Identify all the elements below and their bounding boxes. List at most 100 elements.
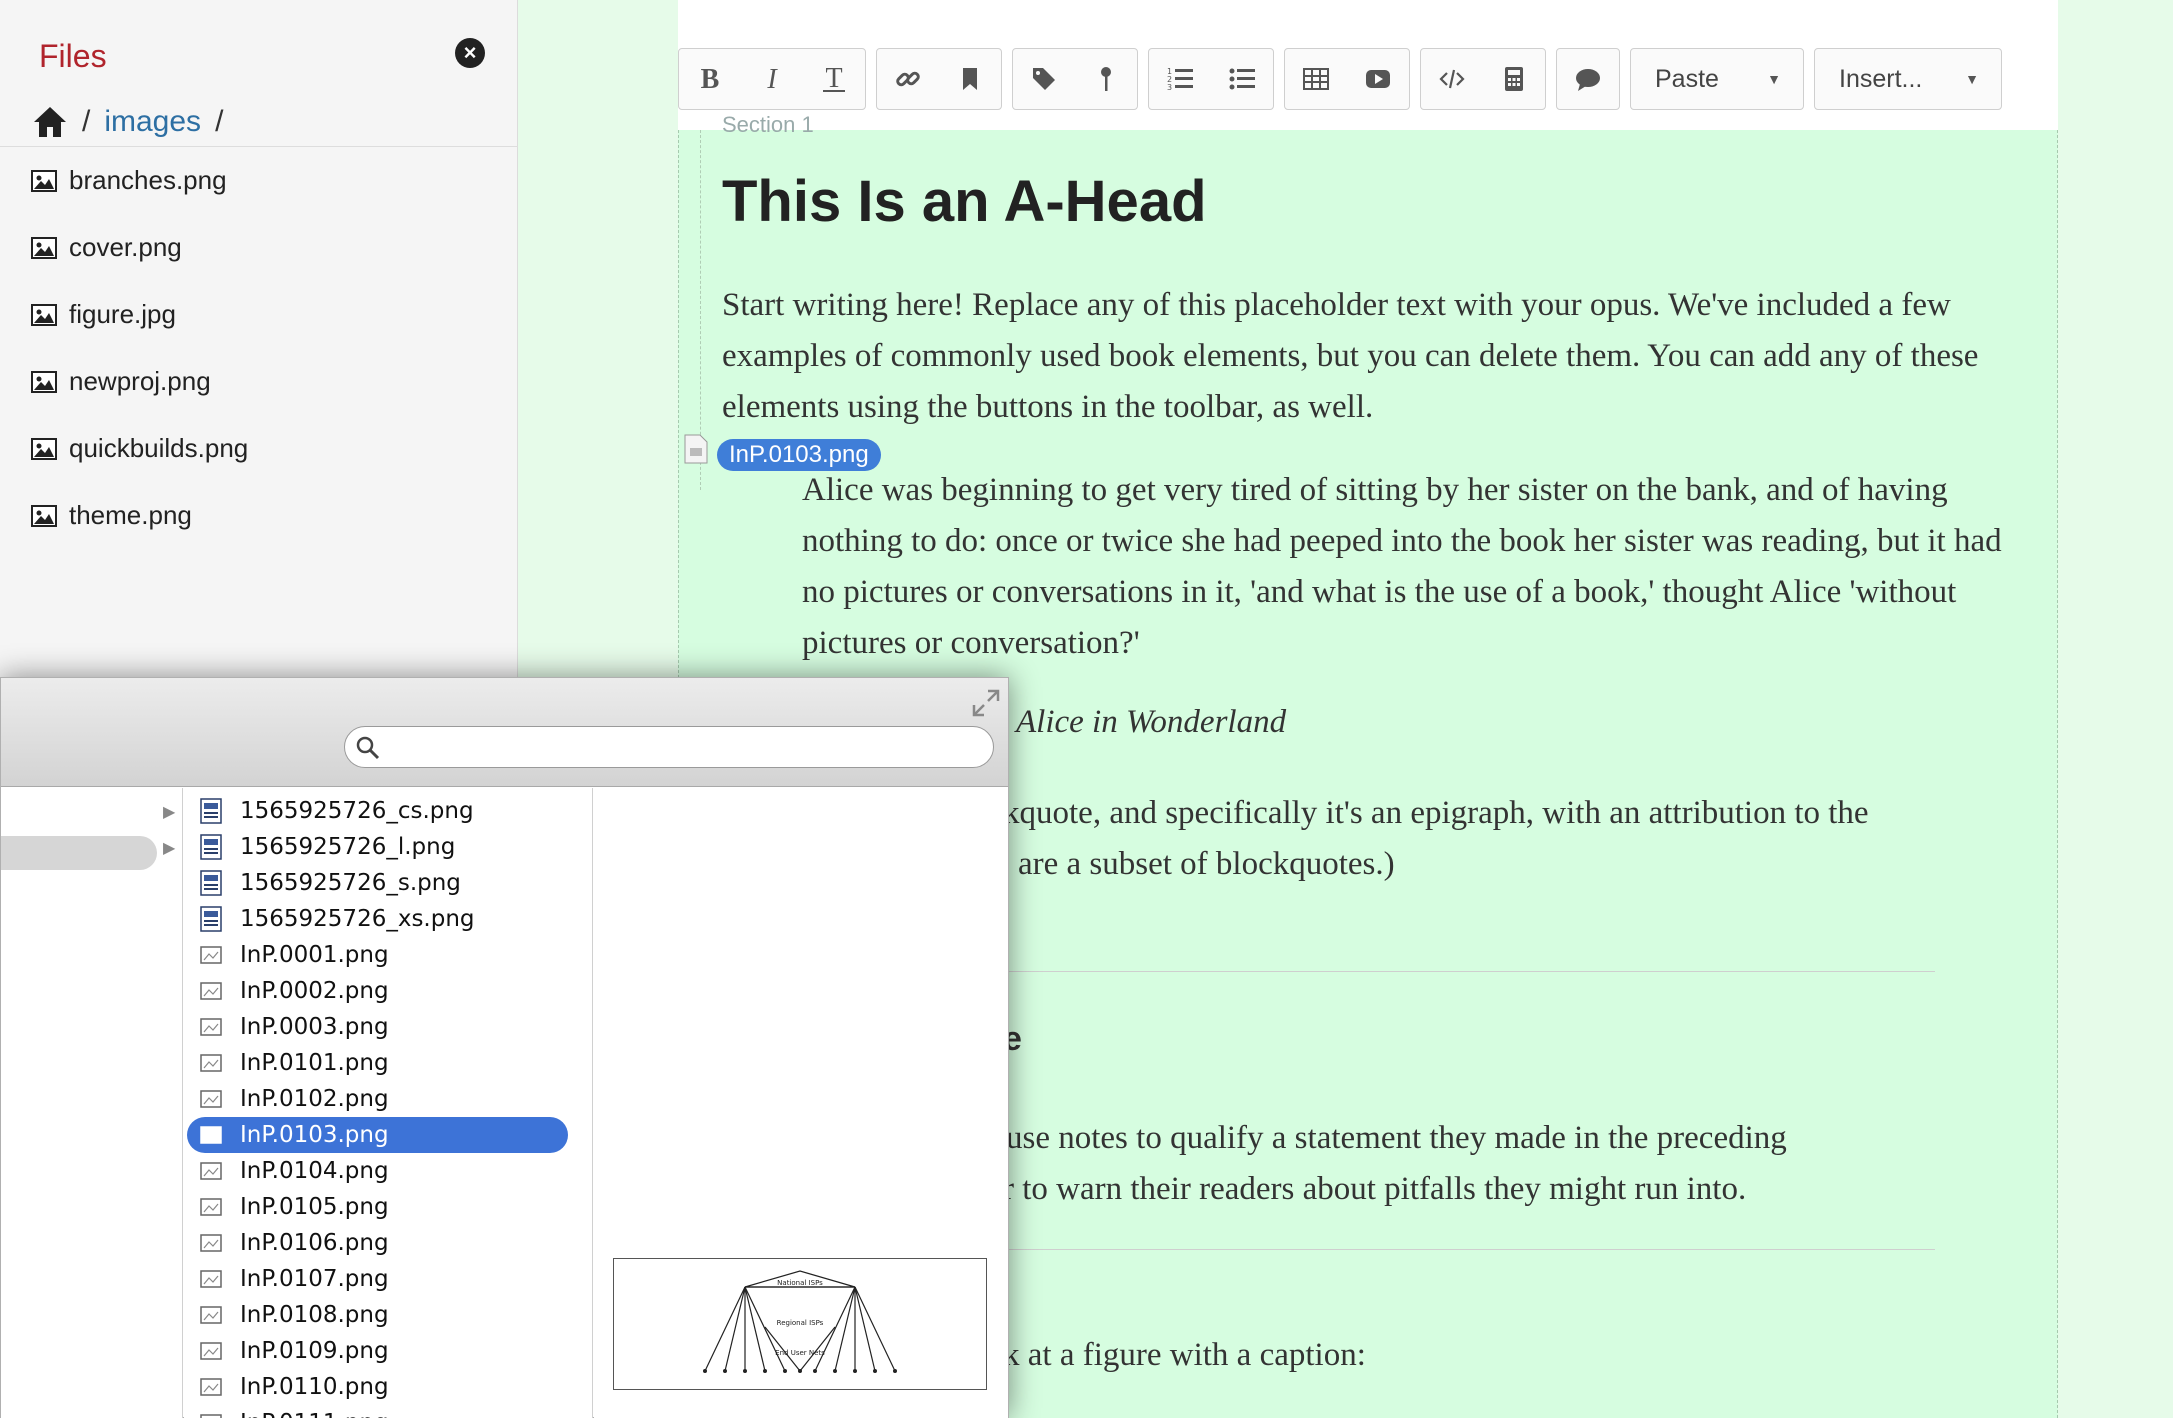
paragraph-epigraph-note[interactable]: kquote, and specifically it's an epigrap… — [1003, 788, 2053, 890]
home-icon[interactable] — [32, 105, 68, 139]
paragraph-figure-intro[interactable]: k at a figure with a caption: — [1003, 1330, 2053, 1381]
link-button[interactable] — [877, 49, 939, 109]
insert-dropdown[interactable]: Insert... ▼ — [1814, 48, 2002, 110]
image-file-icon — [200, 1162, 222, 1180]
ordered-list-button[interactable]: 123 — [1149, 49, 1211, 109]
image-file-icon — [31, 370, 57, 393]
file-list-item[interactable]: figure.jpg — [0, 281, 518, 348]
file-list-item[interactable]: branches.png — [0, 147, 518, 214]
paragraph-line: use notes to qualify a statement they ma… — [1006, 1120, 1787, 1156]
disclosure-arrow-icon[interactable]: ▶ — [163, 838, 175, 858]
dialog-file-item[interactable]: InP.0106.png — [184, 1225, 592, 1261]
link-icon — [896, 71, 920, 87]
toolbar-group-comment — [1556, 48, 1620, 110]
sidebar-selected-row[interactable] — [1, 836, 157, 870]
dialog-file-item[interactable]: InP.0109.png — [184, 1333, 592, 1369]
dialog-file-item[interactable]: InP.0111.png — [184, 1405, 592, 1418]
dialog-file-item[interactable]: 1565925726_l.png — [184, 829, 592, 865]
dialog-file-item[interactable]: 1565925726_cs.png — [184, 793, 592, 829]
italic-button[interactable]: I — [741, 49, 803, 109]
close-icon[interactable]: × — [455, 38, 485, 68]
intro-paragraph[interactable]: Start writing here! Replace any of this … — [722, 280, 2012, 433]
dialog-file-item[interactable]: 1565925726_s.png — [184, 865, 592, 901]
dialog-sidebar-column: ▶ ▶ — [1, 788, 183, 1418]
paste-dropdown[interactable]: Paste ▼ — [1630, 48, 1804, 110]
comment-icon — [1576, 69, 1600, 91]
calculator-icon — [1505, 67, 1523, 91]
file-list-item[interactable]: theme.png — [0, 482, 518, 549]
dialog-file-item[interactable]: InP.0108.png — [184, 1297, 592, 1333]
preview-label-enduser: End User Nets — [775, 1349, 825, 1357]
dialog-file-item-selected[interactable]: InP.0103.png — [187, 1117, 568, 1153]
file-list-item[interactable]: cover.png — [0, 214, 518, 281]
dialog-file-item[interactable]: 1565925726_xs.png — [184, 901, 592, 937]
epigraph-attribution[interactable]: Alice in Wonderland — [1016, 704, 1286, 741]
file-list-item[interactable]: quickbuilds.png — [0, 415, 518, 482]
network-diagram-thumbnail: National ISPs Regional ISPs End User Net… — [703, 1270, 897, 1373]
dialog-file-name: InP.0105.png — [240, 1194, 389, 1220]
breadcrumb: / images / — [32, 102, 237, 142]
document-file-icon — [200, 834, 222, 860]
image-file-icon — [31, 437, 57, 460]
dialog-preview-column: National ISPs Regional ISPs End User Net… — [594, 788, 1008, 1418]
file-list-item[interactable]: newproj.png — [0, 348, 518, 415]
index-marker-button[interactable] — [1075, 49, 1137, 109]
epigraph-blockquote[interactable]: Alice was beginning to get very tired of… — [802, 465, 2002, 669]
dialog-file-name: InP.0103.png — [240, 1122, 389, 1148]
a-head[interactable]: This Is an A-Head — [722, 168, 1207, 235]
paragraph-notes[interactable]: use notes to qualify a statement they ma… — [1003, 1113, 2053, 1215]
image-file-icon — [200, 1234, 222, 1252]
bold-icon: B — [701, 65, 720, 93]
divider — [1000, 1249, 1935, 1250]
app-root: { "files_panel": { "title": "Files", "br… — [0, 0, 2173, 1418]
section-label: Section 1 — [722, 112, 814, 137]
dialog-file-item[interactable]: InP.0104.png — [184, 1153, 592, 1189]
bookmark-button[interactable] — [939, 49, 1001, 109]
image-file-icon — [200, 1018, 222, 1036]
image-file-icon — [200, 1126, 222, 1144]
tag-button[interactable] — [1013, 49, 1075, 109]
toolbar-group-format: B I T — [678, 48, 866, 110]
toolbar-group-code — [1420, 48, 1546, 110]
dialog-file-item[interactable]: InP.0101.png — [184, 1045, 592, 1081]
file-name: newproj.png — [69, 366, 211, 396]
image-file-icon — [200, 1378, 222, 1396]
clear-format-button[interactable]: T — [803, 49, 865, 109]
dialog-file-name: InP.0111.png — [240, 1410, 389, 1418]
dialog-file-name: InP.0001.png — [240, 942, 389, 968]
video-button[interactable] — [1347, 49, 1409, 109]
bulleted-list-icon — [1229, 68, 1255, 90]
dialog-file-item[interactable]: InP.0102.png — [184, 1081, 592, 1117]
svg-text:I: I — [766, 65, 778, 93]
dialog-file-item[interactable]: InP.0107.png — [184, 1261, 592, 1297]
image-file-icon — [200, 946, 222, 964]
disclosure-arrow-icon[interactable]: ▶ — [163, 802, 175, 822]
svg-text:B: B — [701, 65, 720, 93]
dialog-file-item[interactable]: InP.0105.png — [184, 1189, 592, 1225]
comment-button[interactable] — [1557, 49, 1619, 109]
dialog-file-name: 1565925726_l.png — [240, 834, 456, 860]
table-icon — [1303, 68, 1329, 90]
search-input[interactable] — [344, 726, 994, 768]
bold-button[interactable]: B — [679, 49, 741, 109]
bookmark-icon — [963, 68, 977, 90]
insert-label: Insert... — [1839, 64, 1923, 93]
dialog-file-item[interactable]: InP.0110.png — [184, 1369, 592, 1405]
dialog-file-name: InP.0002.png — [240, 978, 389, 1004]
dialog-file-item[interactable]: InP.0003.png — [184, 1009, 592, 1045]
paragraph-line: r to warn their readers about pitfalls t… — [1003, 1171, 1747, 1207]
math-button[interactable] — [1483, 49, 1545, 109]
dialog-header — [1, 678, 1008, 787]
dialog-file-name: InP.0003.png — [240, 1014, 389, 1040]
breadcrumb-images-link[interactable]: images — [104, 105, 201, 139]
image-file-icon — [200, 1342, 222, 1360]
dialog-file-item[interactable]: InP.0001.png — [184, 937, 592, 973]
dialog-file-name: InP.0109.png — [240, 1338, 389, 1364]
caret-down-icon: ▼ — [1965, 71, 1979, 87]
document-file-icon — [200, 906, 222, 932]
expand-icon[interactable] — [971, 688, 1001, 718]
table-button[interactable] — [1285, 49, 1347, 109]
dialog-file-item[interactable]: InP.0002.png — [184, 973, 592, 1009]
bulleted-list-button[interactable] — [1211, 49, 1273, 109]
code-button[interactable] — [1421, 49, 1483, 109]
